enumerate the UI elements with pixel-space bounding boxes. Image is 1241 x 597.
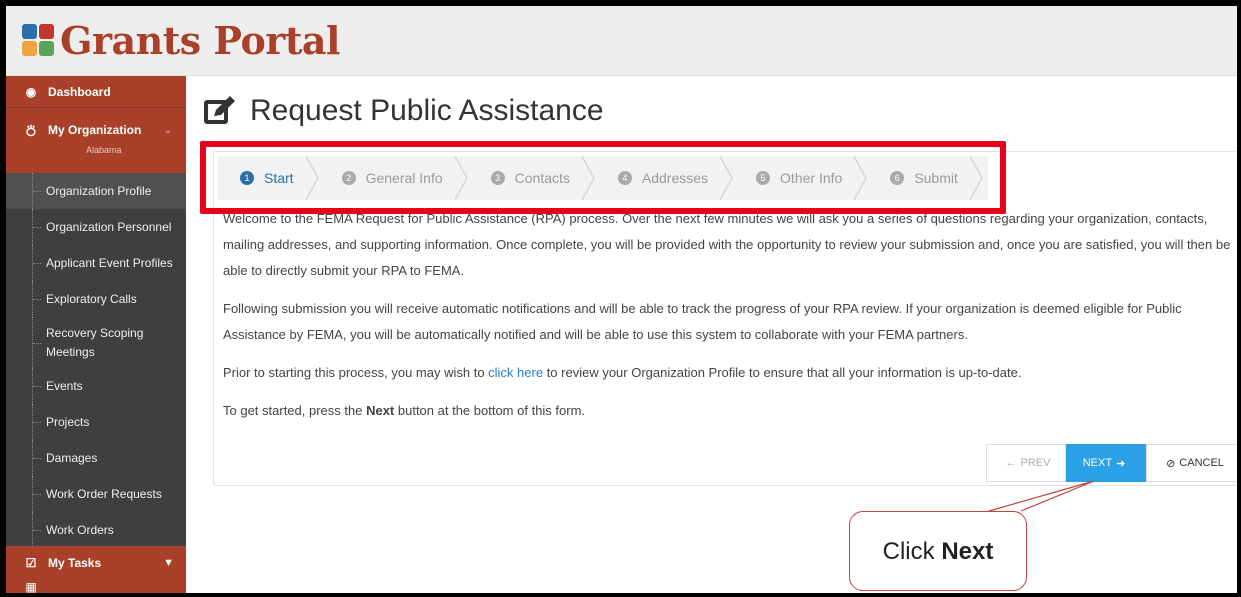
app-logo[interactable]: Grants Portal: [22, 18, 340, 63]
org-profile-link[interactable]: click here: [488, 365, 543, 380]
sidebar-item-exploratory-calls[interactable]: Exploratory Calls: [6, 281, 186, 317]
sidebar-item-label: Damages: [46, 451, 98, 465]
dashboard-icon: ◉: [25, 84, 37, 99]
sidebar-item-label: Dashboard: [48, 84, 111, 99]
sidebar-item-label: Applicant Event Profiles: [46, 256, 173, 270]
text-fragment: To get started, press the: [223, 403, 367, 418]
click-next-callout: Click Next: [849, 511, 1027, 591]
prev-button-label: PREV: [1020, 457, 1051, 469]
arrow-right-icon: ➜: [1116, 457, 1126, 470]
cancel-button-label: CANCEL: [1179, 457, 1224, 469]
step-bar-highlight: [200, 141, 1006, 214]
sidebar-item-work-order-requests[interactable]: Work Order Requests: [6, 476, 186, 512]
sidebar-item-damages[interactable]: Damages: [6, 440, 186, 476]
sidebar-header: ◉ Dashboard ⛣ My Organization ⌄ Alabama: [6, 76, 186, 173]
text-fragment: to review your Organization Profile to e…: [543, 365, 1022, 380]
intro-paragraph-3: Prior to starting this process, you may …: [223, 360, 1233, 386]
chevron-down-icon: ⌄: [163, 125, 172, 136]
sidebar-item-label: Work Orders: [46, 523, 114, 537]
sidebar-item-label: Organization Profile: [46, 184, 152, 198]
text-fragment-bold: Next: [366, 403, 395, 418]
text-fragment: Click: [882, 538, 942, 565]
sidebar: ◉ Dashboard ⛣ My Organization ⌄ Alabama …: [6, 76, 186, 593]
sidebar-submenu: Organization Profile Organization Person…: [6, 173, 186, 548]
arrow-left-icon: ←: [1005, 457, 1017, 469]
text-fragment: button at the bottom of this form.: [394, 403, 586, 418]
sidebar-item-recovery-scoping-meetings[interactable]: Recovery Scoping Meetings: [6, 317, 186, 368]
sidebar-item-label: Recovery Scoping Meetings: [46, 325, 144, 359]
prev-button[interactable]: ← PREV: [986, 444, 1066, 482]
sidebar-item-label: Exploratory Calls: [46, 292, 137, 306]
intro-text: Welcome to the FEMA Request for Public A…: [223, 206, 1233, 436]
app-title: Grants Portal: [60, 18, 340, 63]
edit-icon: [204, 96, 235, 124]
sidebar-item-my-organization[interactable]: ⛣ My Organization ⌄ Alabama: [6, 109, 186, 173]
text-fragment-bold: Next: [941, 538, 994, 565]
checkbox-icon: ☑: [25, 556, 37, 570]
sidebar-item-label: My Tasks: [48, 556, 102, 570]
next-button[interactable]: NEXT ➜: [1066, 444, 1146, 482]
app-header: Grants Portal: [6, 6, 1237, 76]
sidebar-item-my-tasks[interactable]: ☑ My Tasks ▼: [6, 546, 186, 580]
chevron-down-icon: ▼: [163, 557, 174, 569]
page-title: Request Public Assistance: [202, 94, 604, 128]
text-fragment: Prior to starting this process, you may …: [223, 365, 489, 380]
cancel-button[interactable]: ⊘ CANCEL: [1146, 444, 1237, 482]
sidebar-item-organization-personnel[interactable]: Organization Personnel: [6, 209, 186, 245]
sidebar-item-organization-profile[interactable]: Organization Profile: [6, 173, 186, 209]
sidebar-item-applicant-event-profiles[interactable]: Applicant Event Profiles: [6, 245, 186, 281]
sidebar-item-events[interactable]: Events: [6, 368, 186, 404]
wizard-buttons: ← PREV NEXT ➜ ⊘ CANCEL: [986, 444, 1237, 482]
page-title-text: Request Public Assistance: [250, 94, 604, 127]
next-button-label: NEXT: [1082, 457, 1113, 469]
sidebar-item-calendar[interactable]: ▦: [6, 580, 186, 593]
sidebar-item-projects[interactable]: Projects: [6, 404, 186, 440]
institution-icon: ⛣: [24, 124, 37, 138]
logo-icon: [22, 23, 56, 58]
organization-state: Alabama: [86, 145, 122, 155]
callout-text: Click Next: [850, 538, 1026, 566]
intro-paragraph-1: Welcome to the FEMA Request for Public A…: [223, 211, 1231, 278]
sidebar-item-label: Projects: [46, 415, 90, 429]
sidebar-item-work-orders[interactable]: Work Orders: [6, 512, 186, 548]
intro-paragraph-4: To get started, press the Next button at…: [223, 398, 1233, 424]
screenshot-frame: Grants Portal ◉ Dashboard ⛣ My Organizat…: [6, 6, 1237, 593]
sidebar-item-label: Events: [46, 379, 83, 393]
sidebar-item-label: Work Order Requests: [46, 487, 162, 501]
sidebar-item-dashboard[interactable]: ◉ Dashboard: [6, 76, 186, 108]
sidebar-item-label: My Organization: [48, 123, 142, 137]
intro-paragraph-2: Following submission you will receive au…: [223, 301, 1182, 342]
calendar-icon: ▦: [25, 580, 37, 593]
ban-icon: ⊘: [1166, 457, 1176, 470]
sidebar-item-label: Organization Personnel: [46, 220, 172, 234]
